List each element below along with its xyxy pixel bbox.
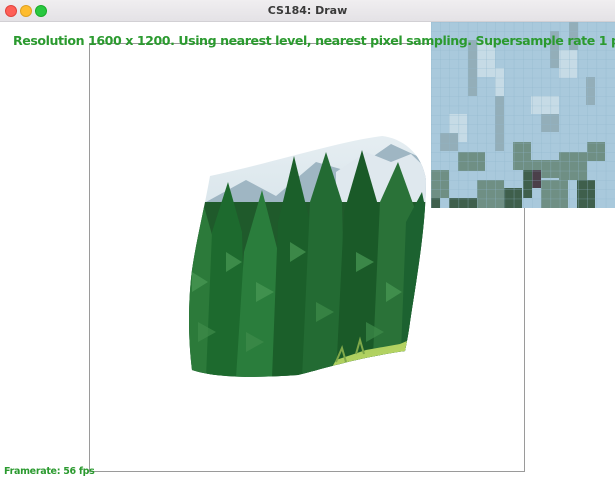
title-bar: CS184: Draw bbox=[0, 0, 615, 22]
framerate-text: Framerate: 56 fps bbox=[4, 466, 95, 477]
app-window: CS184: Draw Resolution 1600 x 1200. Usin… bbox=[0, 0, 615, 482]
drawing-canvas[interactable]: Resolution 1600 x 1200. Using nearest le… bbox=[0, 22, 615, 482]
sampling-status-text: Resolution 1600 x 1200. Using nearest le… bbox=[13, 33, 615, 48]
window-title: CS184: Draw bbox=[267, 4, 348, 17]
magnifier-inset bbox=[431, 22, 615, 208]
warped-texture-image bbox=[189, 136, 426, 377]
